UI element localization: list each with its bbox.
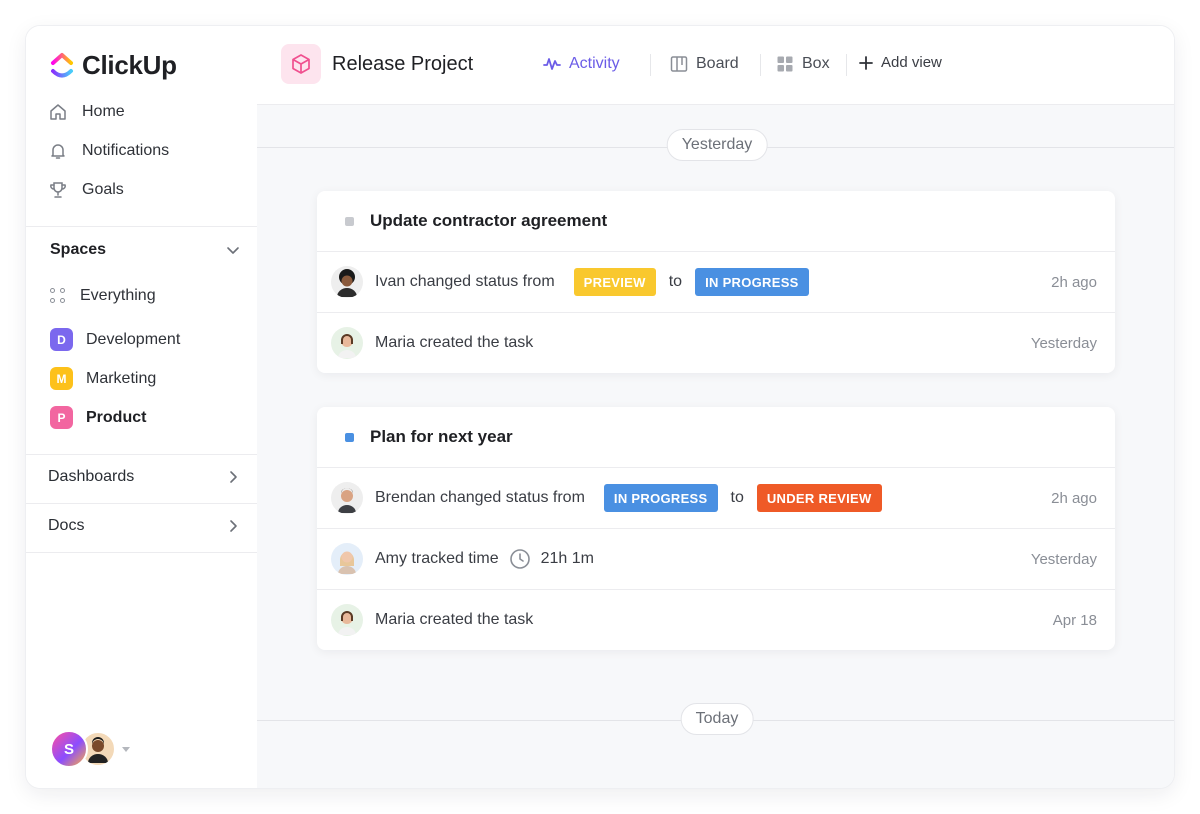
board-icon — [670, 55, 688, 73]
sidebar-item-dashboards[interactable]: Dashboards — [48, 468, 240, 486]
activity-text: Ivan changed status from — [375, 273, 555, 290]
sidebar-item-label: Docs — [48, 517, 85, 534]
day-label-yesterday: Yesterday — [666, 129, 768, 161]
status-badge-under-review: UNDER REVIEW — [756, 484, 882, 512]
sidebar-item-product[interactable]: P Product — [50, 406, 146, 429]
timestamp: 2h ago — [1051, 489, 1097, 507]
timestamp: Yesterday — [1030, 334, 1097, 352]
chevron-right-icon — [230, 471, 237, 483]
activity-text: Maria created the task — [375, 611, 534, 628]
tab-board[interactable]: Board — [670, 55, 739, 73]
sidebar-divider — [26, 552, 257, 553]
to-text: to — [730, 489, 744, 506]
sidebar-item-label: Dashboards — [48, 468, 135, 485]
tab-divider — [650, 54, 651, 76]
space-badge: P — [50, 406, 73, 429]
space-badge: M — [50, 367, 73, 390]
tab-label: Box — [802, 55, 830, 72]
activity-row: Maria created the task Yesterday — [317, 313, 1115, 373]
sidebar-divider — [26, 226, 257, 227]
task-status-marker — [345, 216, 354, 226]
sidebar-item-label: Product — [86, 408, 147, 426]
tab-box[interactable]: Box — [776, 55, 830, 73]
tracked-duration: 21h 1m — [540, 550, 594, 567]
sidebar-item-label: Marketing — [86, 369, 157, 387]
activity-card: Plan for next year Brendan changed statu… — [317, 407, 1115, 650]
spaces-header[interactable]: Spaces — [50, 241, 240, 259]
activity-text: Amy tracked time — [375, 550, 499, 567]
top-bar: Release Project Activity Board Box Add v… — [257, 26, 1174, 105]
tab-label: Activity — [569, 55, 620, 72]
activity-text: Maria created the task — [375, 334, 534, 351]
activity-row: Maria created the task Apr 18 — [317, 590, 1115, 650]
page-title: Release Project — [332, 53, 474, 75]
app-window: ClickUp Home Notifications Goals Spaces — [26, 26, 1174, 788]
sidebar-divider — [26, 503, 257, 504]
sidebar-item-label: Development — [86, 330, 181, 348]
brand-name: ClickUp — [82, 50, 177, 80]
activity-text: Brendan changed status from — [375, 489, 585, 506]
timestamp: 2h ago — [1051, 273, 1097, 291]
avatar — [331, 482, 363, 514]
status-badge-in-progress: IN PROGRESS — [695, 268, 809, 296]
sidebar-divider — [26, 454, 257, 455]
tab-activity[interactable]: Activity — [543, 55, 620, 73]
chevron-down-icon — [227, 247, 239, 254]
task-title-text: Plan for next year — [370, 427, 513, 446]
clickup-logo-icon — [51, 52, 73, 77]
bell-icon — [48, 141, 68, 161]
add-view-button[interactable]: Add view — [859, 54, 942, 71]
activity-icon — [543, 56, 561, 72]
avatar — [331, 327, 363, 359]
logo[interactable]: ClickUp — [50, 50, 177, 81]
sidebar-item-notifications[interactable]: Notifications — [48, 141, 169, 161]
to-text: to — [668, 273, 683, 290]
sidebar-item-label: Goals — [82, 181, 124, 198]
avatar: S — [50, 730, 88, 768]
space-badge: D — [50, 328, 73, 351]
sidebar-item-home[interactable]: Home — [48, 102, 125, 122]
sidebar-item-docs[interactable]: Docs — [48, 517, 240, 535]
box-icon — [776, 55, 794, 73]
add-view-label: Add view — [881, 54, 942, 71]
sidebar-item-everything[interactable]: Everything — [50, 287, 156, 305]
activity-card: Update contractor agreement Ivan changed… — [317, 191, 1115, 373]
activity-row: Amy tracked time 21h 1m Yesterday — [317, 529, 1115, 590]
task-status-marker — [345, 432, 354, 442]
spaces-label: Spaces — [50, 241, 107, 258]
everything-icon — [50, 288, 66, 304]
chevron-right-icon — [230, 520, 237, 532]
sidebar-item-label: Notifications — [82, 142, 170, 159]
task-title[interactable]: Update contractor agreement — [317, 191, 1115, 252]
sidebar-item-label: Everything — [80, 287, 156, 304]
avatar — [331, 543, 363, 575]
sidebar: ClickUp Home Notifications Goals Spaces — [26, 26, 258, 788]
avatar — [331, 604, 363, 636]
tab-divider — [846, 54, 847, 76]
sidebar-item-goals[interactable]: Goals — [48, 180, 124, 200]
activity-feed: Yesterday Update contractor agreement Iv… — [257, 105, 1174, 788]
sidebar-item-development[interactable]: D Development — [50, 328, 180, 351]
task-title[interactable]: Plan for next year — [317, 407, 1115, 468]
timestamp: Yesterday — [1030, 550, 1097, 568]
project-cube-icon — [281, 44, 321, 84]
plus-icon — [859, 55, 873, 70]
timestamp: Apr 18 — [1052, 611, 1097, 629]
home-icon — [48, 102, 68, 122]
status-badge-preview: PREVIEW — [573, 268, 656, 296]
trophy-icon — [48, 180, 68, 200]
user-menu[interactable]: S — [50, 730, 130, 768]
caret-down-icon — [122, 746, 130, 752]
clock-icon — [509, 548, 531, 570]
avatar — [331, 266, 363, 298]
sidebar-item-marketing[interactable]: M Marketing — [50, 367, 156, 390]
day-label-today: Today — [680, 703, 754, 735]
tab-label: Board — [696, 55, 739, 72]
task-title-text: Update contractor agreement — [370, 211, 608, 230]
activity-row: Brendan changed status from IN PROGRESS … — [317, 468, 1115, 529]
status-badge-in-progress: IN PROGRESS — [603, 484, 718, 512]
tab-divider — [760, 54, 761, 76]
activity-row: Ivan changed status from PREVIEW to IN P… — [317, 252, 1115, 313]
sidebar-item-label: Home — [82, 103, 125, 120]
